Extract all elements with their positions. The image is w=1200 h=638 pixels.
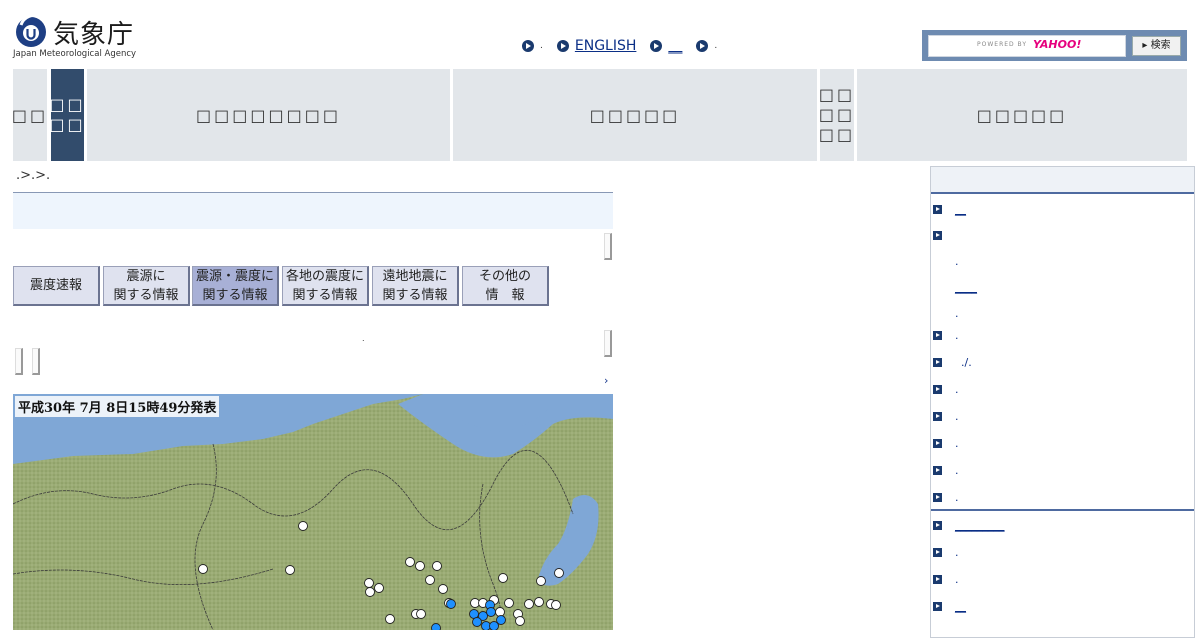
arrow-square-icon — [933, 438, 942, 448]
arrow-square-icon — [933, 357, 942, 367]
top-link-3-label[interactable]: __ — [668, 38, 682, 54]
sidebar-item[interactable]: __ — [933, 201, 966, 217]
scroll-handle[interactable] — [604, 233, 612, 260]
top-link-english[interactable]: ENGLISH — [556, 38, 637, 54]
nav-item-5[interactable]: □□ □□ □□ — [819, 69, 854, 161]
earthquake-map: 平成30年 7月 8日15時49分発表 — [13, 394, 613, 630]
sidebar-item[interactable]: . — [933, 381, 959, 397]
sidebar-item[interactable]: ./. — [933, 354, 972, 370]
nav-item-2[interactable]: □□ □□ — [49, 69, 84, 161]
sidebar: __. ____.. ./...... _________.. __ — [930, 166, 1195, 638]
search-input[interactable]: POWERED BY YAHOO! — [928, 35, 1126, 57]
sidebar-item-label: . — [955, 382, 959, 396]
sidebar-item[interactable]: . — [933, 435, 959, 451]
sidebar-item[interactable]: . — [933, 544, 959, 560]
arrow-circle-icon — [696, 40, 709, 52]
sidebar-item-label[interactable]: _________ — [955, 519, 1005, 532]
map-image — [13, 394, 613, 630]
tab-sonota[interactable]: その他の 情 報 — [462, 266, 549, 306]
site-subtitle: Japan Meteorological Agency — [13, 49, 137, 59]
page-title-bar — [13, 192, 613, 229]
sidebar-item-label: . — [955, 328, 959, 342]
sidebar-item[interactable]: ____ — [955, 279, 977, 295]
arrow-circle-icon — [522, 40, 534, 52]
arrow-square-icon — [933, 601, 942, 611]
arrow-square-icon — [933, 330, 942, 340]
sidebar-item-label: . — [955, 545, 959, 559]
search-button[interactable]: ▸ 検索 — [1132, 36, 1181, 56]
tab-kakuchi-shindo[interactable]: 各地の震度に 関する情報 — [282, 266, 369, 306]
small-dot: . — [362, 334, 365, 343]
arrow-square-icon — [933, 492, 942, 502]
sidebar-item[interactable]: _________ — [933, 517, 1005, 533]
sidebar-item[interactable]: . — [933, 571, 959, 587]
sidebar-item-label[interactable]: __ — [955, 600, 966, 613]
nav-item-3[interactable]: □□□□□□□□ — [87, 69, 450, 161]
site-search: POWERED BY YAHOO! ▸ 検索 — [922, 30, 1187, 61]
scroll-handle-2[interactable] — [604, 330, 612, 357]
sidebar-item-label: . — [955, 306, 959, 320]
tab-shingen[interactable]: 震源に 関する情報 — [103, 266, 190, 306]
top-link-4[interactable]: . — [696, 40, 717, 52]
yahoo-logo: YAHOO! — [1033, 38, 1082, 51]
breadcrumb[interactable]: .>.>. — [16, 168, 50, 183]
tab-shindo-sokuho[interactable]: 震度速報 — [13, 266, 100, 306]
sidebar-item-label: . — [955, 409, 959, 423]
sidebar-item-label: . — [955, 572, 959, 586]
arrow-square-icon — [933, 520, 942, 530]
pager-right[interactable] — [32, 348, 40, 375]
sidebar-item[interactable]: . — [933, 462, 959, 478]
nav-item-6[interactable]: □□□□□ — [857, 69, 1187, 161]
map-timestamp: 平成30年 7月 8日15時49分発表 — [15, 396, 220, 417]
arrow-square-icon — [933, 384, 942, 394]
nav-item-4[interactable]: □□□□□ — [453, 69, 817, 161]
arrow-square-icon — [933, 465, 942, 475]
sidebar-item[interactable]: . — [955, 253, 959, 269]
sidebar-item[interactable]: __ — [933, 598, 966, 614]
sidebar-item[interactable]: . — [933, 327, 959, 343]
arrow-circle-icon — [650, 40, 663, 52]
arrow-circle-icon — [556, 40, 569, 52]
sidebar-item-label: . — [955, 254, 959, 268]
powered-by-label: POWERED BY — [977, 41, 1028, 48]
top-link-3[interactable]: __ — [650, 38, 682, 54]
arrow-square-icon — [933, 574, 942, 584]
sidebar-item[interactable]: . — [933, 408, 959, 424]
sidebar-item-label: . — [955, 490, 959, 504]
english-link[interactable]: ENGLISH — [575, 38, 637, 54]
top-links: . ENGLISH __ . — [522, 37, 731, 55]
jma-emblem-icon — [16, 13, 46, 47]
sidebar-item[interactable] — [933, 227, 955, 243]
arrow-square-icon — [933, 547, 942, 557]
arrow-square-icon — [933, 204, 942, 214]
arrow-square-icon — [933, 411, 942, 421]
sidebar-header — [931, 167, 1194, 194]
nav-item-1[interactable]: □□ — [12, 69, 47, 161]
sidebar-item-label[interactable]: ____ — [955, 281, 977, 294]
tab-shingen-shindo[interactable]: 震源・震度に 関する情報 — [192, 266, 279, 306]
pager-left[interactable] — [15, 348, 23, 375]
arrow-square-icon — [933, 230, 942, 240]
sidebar-item-label: ./. — [961, 355, 972, 369]
sidebar-item-label[interactable]: __ — [955, 203, 966, 216]
sidebar-item-label: . — [955, 463, 959, 477]
sidebar-item[interactable]: . — [933, 489, 959, 505]
sidebar-divider — [931, 509, 1194, 511]
sidebar-item-label: . — [955, 436, 959, 450]
sidebar-item[interactable]: . — [955, 305, 959, 321]
next-arrow-icon[interactable]: › — [604, 374, 608, 387]
tab-enchi-jishin[interactable]: 遠地地震に 関する情報 — [372, 266, 459, 306]
top-link-1[interactable]: . — [522, 40, 543, 52]
site-title: 気象庁 — [53, 20, 135, 50]
